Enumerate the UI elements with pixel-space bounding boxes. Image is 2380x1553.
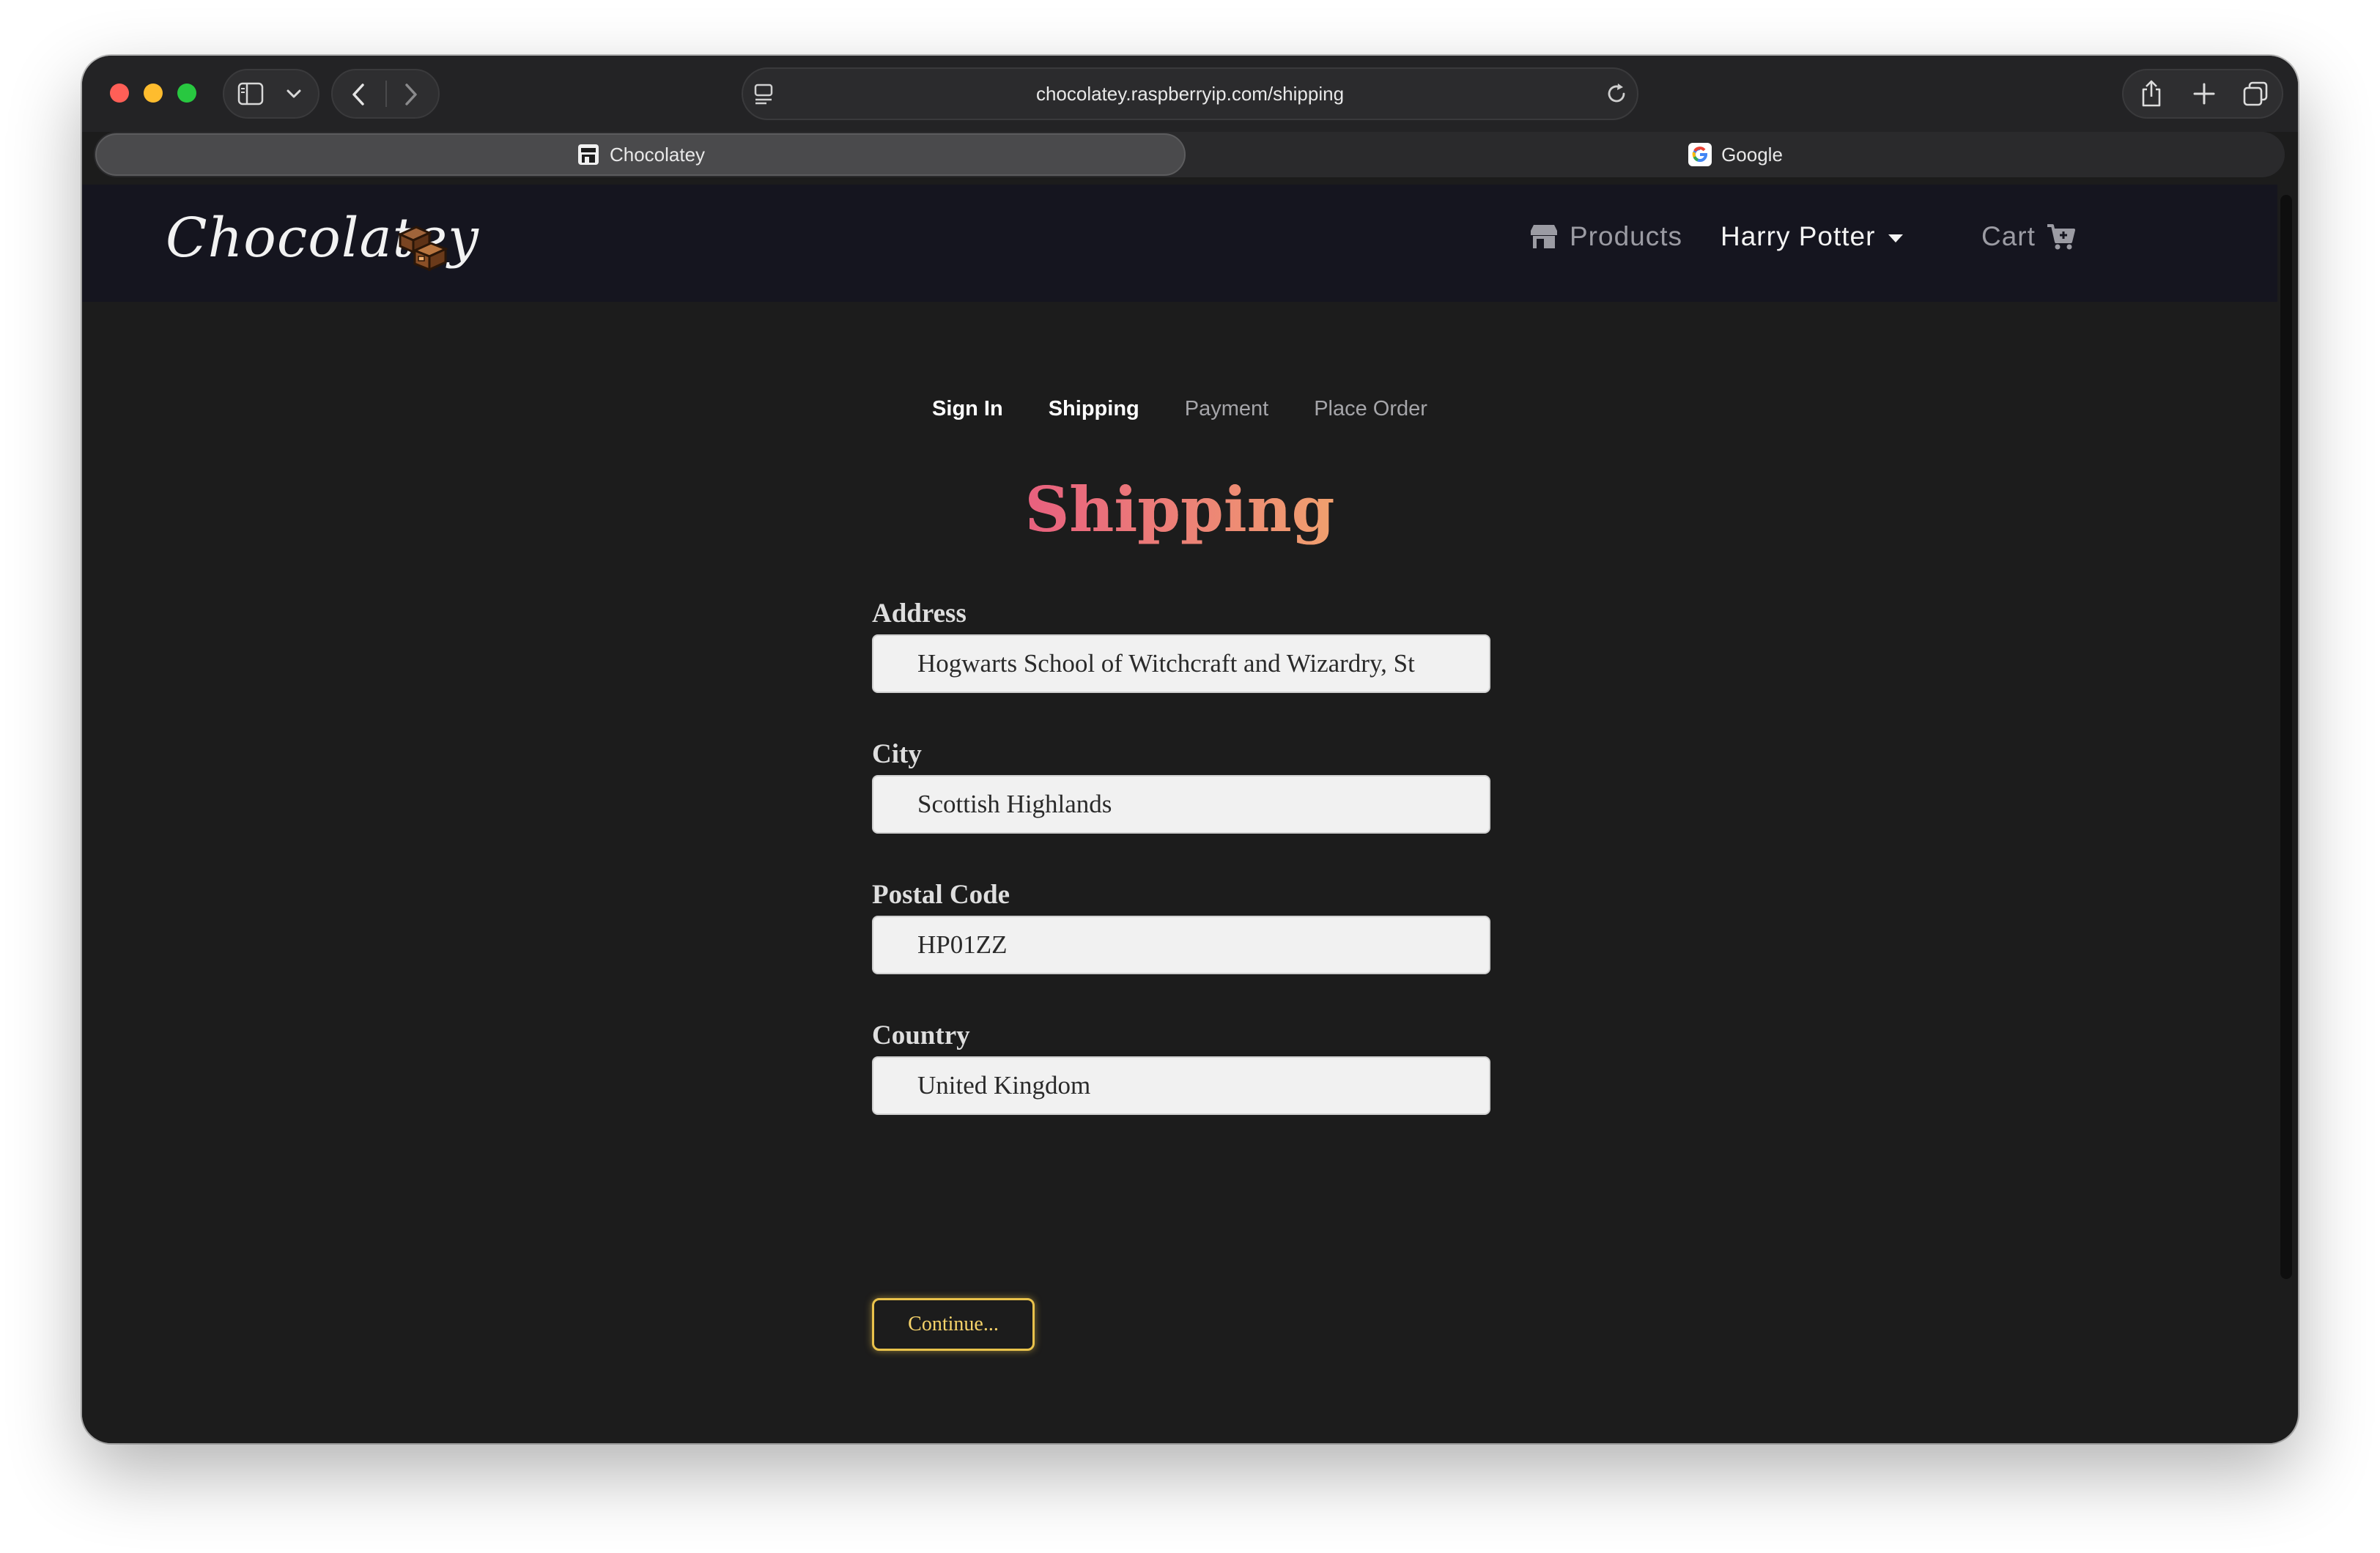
tab-label: Google (1721, 143, 1783, 166)
tab-bar: Chocolatey Google (94, 132, 2285, 177)
tab-chocolatey[interactable]: Chocolatey (95, 133, 1186, 176)
forward-icon[interactable] (403, 82, 419, 107)
page-title-text: Shipping (1024, 473, 1335, 546)
zoom-window-button[interactable] (177, 84, 196, 103)
step-shipping[interactable]: Shipping (1049, 397, 1139, 426)
close-window-button[interactable] (110, 84, 129, 103)
country-label: Country (872, 1020, 970, 1050)
sidebar-toggle-group (223, 69, 319, 119)
caret-down-icon (1888, 234, 1904, 242)
google-icon (1688, 143, 1712, 166)
user-name: Harry Potter (1721, 221, 1876, 251)
browser-toolbar: chocolatey.raspberryip.com/shipping (82, 56, 2298, 132)
site-navbar: Chocolatey Products Harry Potter Cart (82, 185, 2277, 302)
back-icon[interactable] (350, 82, 366, 107)
sidebar-icon[interactable] (237, 82, 264, 105)
address-bar[interactable]: chocolatey.raspberryip.com/shipping (742, 67, 1638, 120)
nav-divider (385, 81, 387, 107)
step-payment: Payment (1184, 397, 1269, 420)
step-sign-in[interactable]: Sign In (932, 397, 1003, 426)
step-place-order: Place Order (1314, 397, 1427, 420)
chocolate-logo-icon[interactable] (394, 218, 450, 274)
web-page: Chocolatey Products Harry Potter Cart Si… (82, 185, 2277, 1443)
window-actions-group (2122, 69, 2283, 119)
checkout-steps: Sign In Shipping Payment Place Order (82, 397, 2277, 426)
nav-products-label: Products (1570, 221, 1683, 251)
cart-icon (2047, 224, 2075, 250)
postal-code-label: Postal Code (872, 880, 1010, 910)
tab-overview-icon[interactable] (2242, 81, 2269, 107)
continue-button[interactable]: Continue... (872, 1298, 1035, 1351)
city-input[interactable] (872, 775, 1490, 834)
new-tab-icon[interactable] (2192, 82, 2216, 105)
url-text: chocolatey.raspberryip.com/shipping (1035, 83, 1345, 105)
minimize-window-button[interactable] (144, 84, 163, 103)
share-icon[interactable] (2140, 79, 2163, 108)
history-nav-group (331, 69, 440, 119)
store-icon (1531, 225, 1557, 248)
tab-label: Chocolatey (609, 143, 706, 166)
page-title: Shipping (82, 473, 2277, 546)
user-menu-dropdown[interactable]: Harry Potter (1721, 221, 1904, 252)
browser-window: chocolatey.raspberryip.com/shipping Choc… (82, 56, 2298, 1443)
city-label: City (872, 739, 922, 769)
address-label: Address (872, 598, 967, 629)
nav-cart-label: Cart (1981, 221, 2036, 251)
address-input[interactable] (872, 634, 1490, 693)
reload-icon[interactable] (1606, 82, 1628, 105)
country-input[interactable] (872, 1056, 1490, 1115)
postal-code-input[interactable] (872, 916, 1490, 974)
nav-products-link[interactable]: Products (1529, 221, 1682, 252)
nav-cart-link[interactable]: Cart (1981, 221, 2075, 252)
page-scrollbar[interactable] (2280, 195, 2292, 1279)
tab-google[interactable]: Google (1187, 133, 2283, 176)
chevron-down-icon[interactable] (286, 88, 302, 100)
store-icon (577, 144, 599, 165)
